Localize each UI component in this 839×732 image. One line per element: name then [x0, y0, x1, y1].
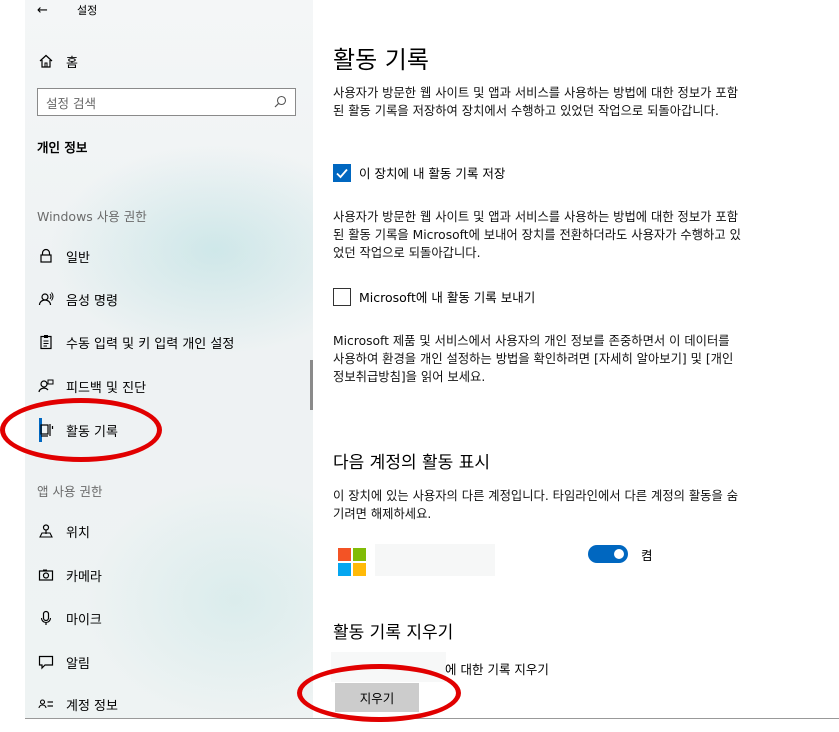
- category-title: 개인 정보: [37, 140, 88, 155]
- speech-icon: [37, 290, 55, 308]
- section-label-apps: 앱 사용 권한: [37, 484, 103, 499]
- sidebar-item-inking-typing[interactable]: 수동 입력 및 키 입력 개인 설정: [37, 328, 234, 356]
- page-title: 활동 기록: [333, 46, 429, 74]
- toggle-state-label: 켬: [641, 548, 653, 563]
- sidebar-item-label: 홈: [66, 55, 78, 71]
- account-name-clear: [331, 652, 446, 682]
- store-history-checkbox[interactable]: [333, 163, 351, 182]
- sidebar-item-general[interactable]: 일반: [37, 242, 90, 270]
- store-history-label: 이 장치에 내 활동 기록 저장: [359, 166, 506, 181]
- microphone-icon: [37, 609, 55, 627]
- sidebar-item-label: 알림: [66, 656, 90, 672]
- sidebar-item-notifications[interactable]: 알림: [37, 648, 90, 676]
- home-icon: [37, 52, 55, 70]
- back-arrow-icon[interactable]: ←: [37, 3, 55, 18]
- sidebar-item-label: 카메라: [66, 569, 102, 585]
- sidebar-item-label: 일반: [66, 250, 90, 266]
- camera-icon: [37, 566, 55, 584]
- accounts-heading: 다음 계정의 활동 표시: [333, 453, 490, 473]
- microsoft-logo-icon: [338, 548, 366, 576]
- sidebar-item-microphone[interactable]: 마이크: [37, 604, 102, 632]
- feedback-icon: [37, 377, 55, 395]
- sidebar-item-label: 활동 기록: [66, 424, 118, 440]
- window-bottom-border: [25, 718, 839, 719]
- lock-icon: [37, 247, 55, 265]
- account-info-icon: [37, 695, 55, 713]
- sidebar-item-feedback[interactable]: 피드백 및 진단: [37, 372, 146, 400]
- location-icon: [37, 522, 55, 540]
- search-input[interactable]: 설정 검색: [37, 88, 296, 116]
- sidebar-item-account-info[interactable]: 계정 정보: [37, 690, 118, 718]
- account-name: [375, 544, 495, 576]
- store-history-row[interactable]: 이 장치에 내 활동 기록 저장: [333, 163, 505, 182]
- accounts-description: 이 장치에 있는 사용자의 다른 계정입니다. 타임라인에서 다른 계정의 활동…: [333, 489, 739, 521]
- sidebar-item-speech[interactable]: 음성 명령: [37, 285, 118, 313]
- sidebar: ← 설정 홈 설정 검색 개인 정보 Windows 사용 권한 일반 음성 명…: [25, 0, 313, 718]
- sidebar-item-activity-history[interactable]: 활동 기록: [37, 416, 118, 444]
- sidebar-item-label: 마이크: [66, 612, 102, 628]
- sidebar-item-camera[interactable]: 카메라: [37, 561, 102, 589]
- sidebar-item-label: 음성 명령: [66, 293, 118, 309]
- search-placeholder: 설정 검색: [46, 95, 96, 111]
- sidebar-item-label: 계정 정보: [66, 698, 118, 714]
- clipboard-icon: [37, 333, 55, 351]
- clear-history-heading: 활동 기록 지우기: [333, 623, 454, 643]
- sidebar-item-label: 수동 입력 및 키 입력 개인 설정: [66, 336, 235, 352]
- main-content: 활동 기록 사용자가 방문한 웹 사이트 및 앱과 서비스를 사용하는 방법에 …: [313, 0, 839, 718]
- send-history-checkbox[interactable]: [333, 287, 351, 306]
- account-activity-toggle[interactable]: [588, 545, 628, 563]
- send-history-row[interactable]: Microsoft에 내 활동 기록 보내기: [333, 287, 535, 306]
- description-storage: 사용자가 방문한 웹 사이트 및 앱과 서비스를 사용하는 방법에 대한 정보가…: [333, 86, 739, 118]
- sidebar-item-location[interactable]: 위치: [37, 517, 90, 545]
- description-send: 사용자가 방문한 웹 사이트 및 앱과 서비스를 사용하는 방법에 대한 정보가…: [333, 210, 741, 260]
- clear-history-label: 에 대한 기록 지우기: [445, 662, 549, 677]
- timeline-icon: [37, 421, 55, 439]
- toggle-knob: [614, 549, 624, 559]
- privacy-description: Microsoft 제품 및 서비스에서 사용자의 개인 정보를 존중하면서 이…: [333, 334, 734, 384]
- send-history-label: Microsoft에 내 활동 기록 보내기: [359, 290, 536, 305]
- clear-history-button[interactable]: 지우기: [335, 683, 419, 712]
- checkmark-icon: [336, 168, 348, 178]
- sidebar-item-home[interactable]: 홈: [37, 47, 78, 75]
- notification-icon: [37, 653, 55, 671]
- section-label-windows: Windows 사용 권한: [37, 209, 147, 224]
- sidebar-item-label: 위치: [66, 525, 90, 541]
- search-icon[interactable]: [274, 93, 287, 112]
- sidebar-item-label: 피드백 및 진단: [66, 380, 147, 396]
- back-row: ← 설정: [37, 2, 97, 18]
- window-title: 설정: [77, 4, 98, 17]
